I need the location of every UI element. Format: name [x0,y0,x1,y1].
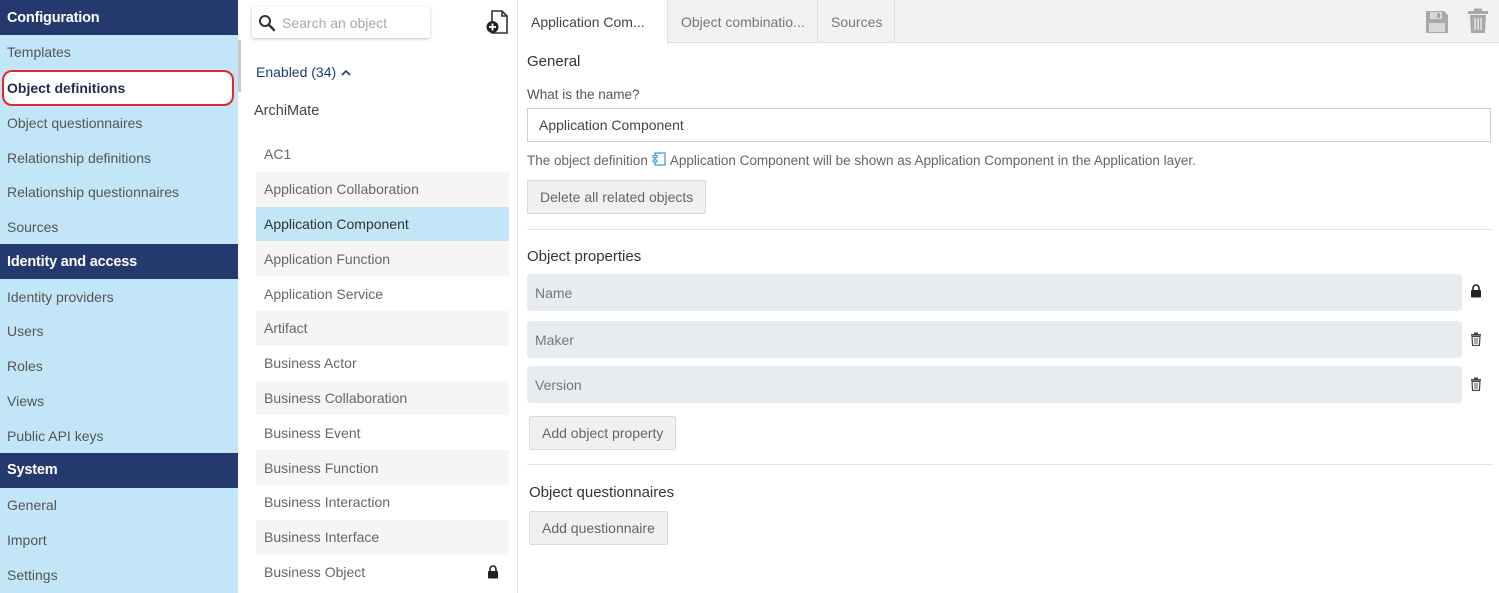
enabled-label: Enabled (34) [256,64,337,80]
group-title: ArchiMate [254,103,320,119]
definition-description: The object definition Application Compon… [527,152,1196,169]
object-properties-title: Object properties [527,248,642,265]
nav-section-configuration: Configuration [0,0,238,35]
property-row-version[interactable]: Version [527,366,1462,403]
nav-item-object-definitions[interactable]: Object definitions [2,69,234,106]
trash-icon[interactable] [1470,332,1482,351]
save-icon[interactable] [1424,9,1450,40]
app-root: Configuration Templates Object definitio… [0,0,1499,593]
list-item-label: Application Service [264,285,384,302]
property-label: Maker [535,331,574,348]
search-input[interactable] [282,14,422,31]
lock-icon [487,564,499,582]
property-label: Name [535,284,573,301]
nav-item-views[interactable]: Views [0,384,238,419]
trash-icon[interactable] [1470,377,1482,396]
property-label: Version [535,376,582,393]
nav-section-system: System [0,452,238,488]
list-item[interactable]: AC1 [256,137,509,172]
application-component-icon [652,152,666,169]
nav-item-sources[interactable]: Sources [0,210,238,245]
tab-sources[interactable]: Sources [818,0,895,43]
search-box [252,7,430,38]
list-item-label: Business Event [264,424,361,441]
object-list-panel: Enabled (34) ArchiMate AC1 Application C… [241,0,518,593]
nav-item-settings[interactable]: Settings [0,557,238,592]
section-divider [527,464,1493,465]
list-item[interactable]: Business Collaboration [256,380,509,416]
list-item-label: Artifact [264,320,308,337]
nav-section-identity: Identity and access [0,244,238,280]
nav-item-users[interactable]: Users [0,314,238,349]
list-item-label: Application Collaboration [264,181,419,198]
list-item-selected[interactable]: Application Component [256,206,509,242]
nav-item-public-api-keys[interactable]: Public API keys [0,418,238,453]
list-item-label: Business Function [264,459,379,476]
detail-panel: Application Com... Object combinatio... … [519,0,1499,593]
list-item-label: Application Function [264,250,391,267]
list-item[interactable]: Business Object [256,555,509,590]
nav-item-relationship-questionnaires[interactable]: Relationship questionnaires [0,175,238,210]
list-item[interactable]: Business Interface [256,519,509,555]
list-item[interactable]: Application Service [256,276,509,311]
property-row-name[interactable]: Name [527,274,1462,311]
list-item[interactable]: Application Collaboration [256,171,509,207]
enabled-toggle[interactable]: Enabled (34) [256,64,351,80]
delete-all-related-button[interactable]: Delete all related objects [527,180,707,214]
desc-prefix: The object definition [527,153,648,168]
list-item[interactable]: Business Function [256,450,509,485]
nav-item-roles[interactable]: Roles [0,349,238,384]
nav-item-import[interactable]: Import [0,523,238,558]
property-row-maker[interactable]: Maker [527,321,1462,358]
name-input[interactable] [527,108,1491,142]
list-item-label: Application Component [264,215,409,232]
add-object-icon[interactable] [485,9,509,35]
add-object-property-button[interactable]: Add object property [529,416,677,450]
section-divider [527,229,1493,230]
list-item-label: AC1 [264,146,292,163]
list-item-label: Business Object [264,563,366,580]
sidebar-nav: Configuration Templates Object definitio… [0,0,238,593]
object-list: AC1 Application Collaboration Applicatio… [256,137,509,589]
search-icon [252,14,282,32]
list-item[interactable]: Business Event [256,415,509,450]
name-question-label: What is the name? [527,87,640,102]
trash-icon[interactable] [1467,8,1489,39]
object-questionnaires-title: Object questionnaires [529,484,675,501]
tab-application-component[interactable]: Application Com... [519,0,668,44]
list-item-label: Business Actor [264,355,357,372]
nav-item-relationship-definitions[interactable]: Relationship definitions [0,140,238,175]
nav-item-object-questionnaires[interactable]: Object questionnaires [0,106,238,141]
chevron-up-icon [341,64,351,80]
list-item[interactable]: Business Actor [256,346,509,381]
desc-suffix: Application Component will be shown as A… [669,153,1196,168]
tab-bar: Application Com... Object combinatio... … [519,0,1499,44]
list-item[interactable]: Application Function [256,241,509,277]
nav-item-identity-providers[interactable]: Identity providers [0,279,238,314]
list-item[interactable]: Business Interaction [256,485,509,520]
list-item-label: Business Collaboration [264,389,408,406]
lock-icon [1470,284,1482,303]
list-item-label: Business Interface [264,529,380,546]
list-item[interactable]: Artifact [256,310,509,346]
tab-object-combinations[interactable]: Object combinatio... [668,0,818,43]
nav-item-templates[interactable]: Templates [0,35,238,70]
nav-item-general[interactable]: General [0,488,238,523]
list-item-label: Business Interaction [264,494,391,511]
add-questionnaire-button[interactable]: Add questionnaire [529,511,668,545]
general-title: General [527,53,581,70]
